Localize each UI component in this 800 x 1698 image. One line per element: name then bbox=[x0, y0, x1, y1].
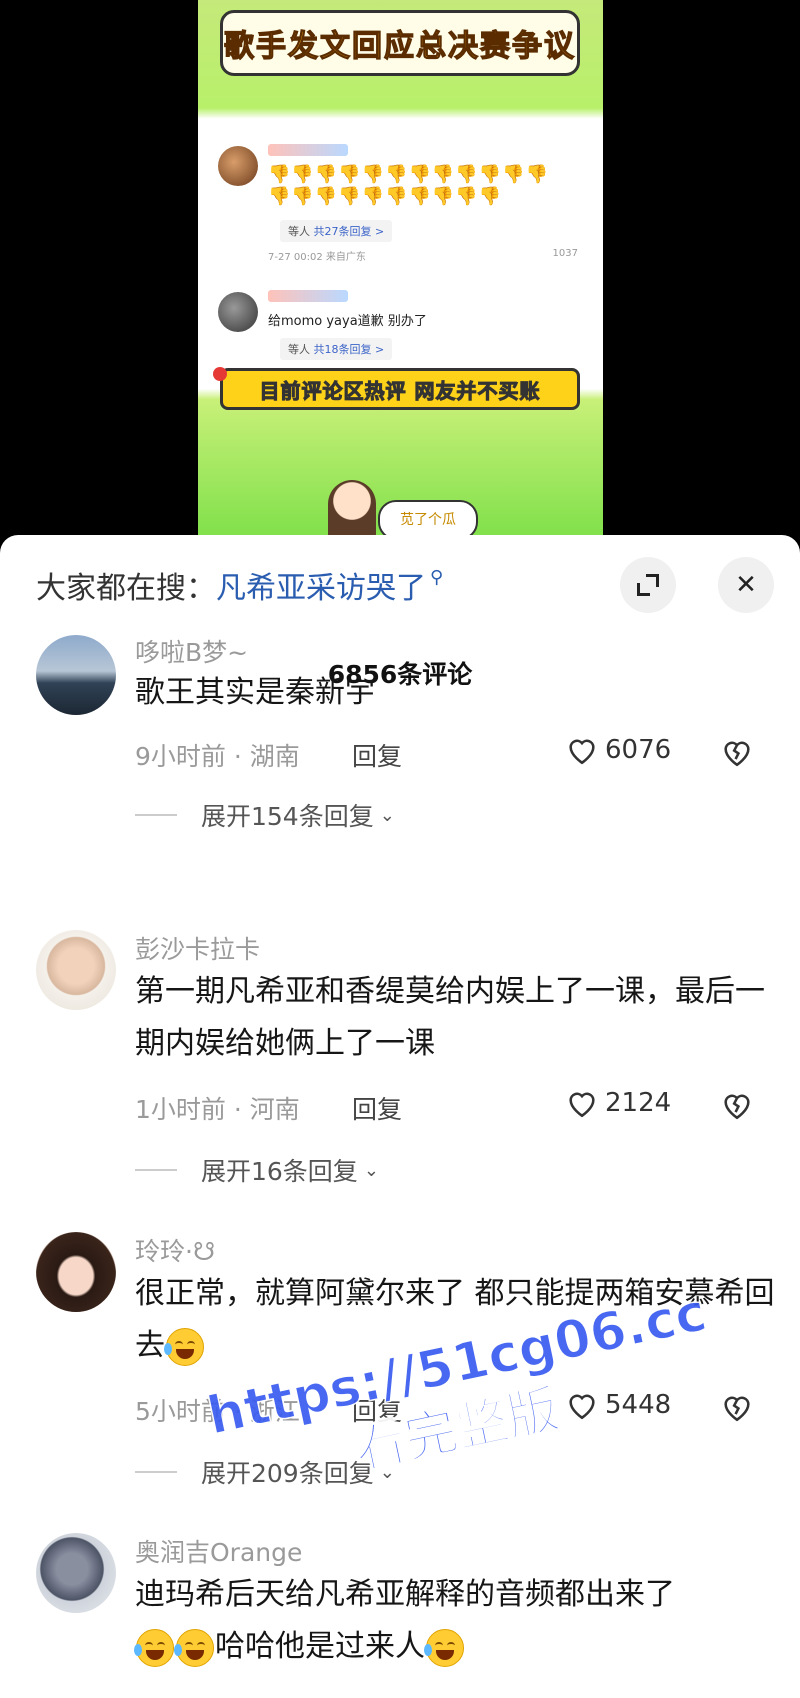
video-frame: 歌手发文回应总决赛争议 👎👎👎👎👎👎👎👎👎👎👎👎👎👎👎👎👎👎👎👎👎👎 等人 共2… bbox=[198, 0, 603, 540]
expand-replies-label: 展开16条回复 bbox=[201, 1157, 358, 1186]
mock-likes: 1037 bbox=[552, 248, 578, 259]
expand-replies-label: 展开154条回复 bbox=[201, 802, 374, 831]
mock-reply-count: 共27条回复 > bbox=[313, 225, 385, 238]
magnifier-icon: ⚲ bbox=[430, 566, 444, 588]
avatar bbox=[218, 292, 258, 332]
video-mock-comment: 👎👎👎👎👎👎👎👎👎👎👎👎👎👎👎👎👎👎👎👎👎👎 等人 共27条回复 > 7-27 … bbox=[210, 136, 590, 276]
mascot-speech-bubble: 苋了个瓜 bbox=[378, 500, 478, 540]
chevron-down-icon: ⌄ bbox=[379, 1461, 395, 1483]
video-caption-banner: 目前评论区热评 网友并不买账 bbox=[213, 367, 580, 410]
close-icon: ✕ bbox=[735, 570, 757, 600]
heart-icon bbox=[569, 739, 595, 765]
red-dot-icon bbox=[213, 367, 227, 381]
reply-button[interactable]: 回复 bbox=[352, 1090, 402, 1126]
comment-meta: 5小时前 · 浙江 bbox=[135, 1397, 300, 1426]
video-mock-comment: 给momo yaya道歉 别办了 等人 共18条回复 > bbox=[210, 282, 590, 382]
like-button[interactable]: 5448 bbox=[565, 1388, 671, 1422]
comment-text-body: 很正常，就算阿黛尔来了 都只能提两箱安慕希回去 bbox=[135, 1276, 775, 1363]
like-count: 6076 bbox=[605, 735, 672, 765]
chevron-down-icon: ⌄ bbox=[363, 1159, 379, 1181]
heart-icon bbox=[569, 1092, 595, 1118]
thumbs-down-emojis: 👎👎👎👎👎👎👎👎👎👎👎👎👎👎👎👎👎👎👎👎👎👎 bbox=[268, 164, 549, 207]
comment-username[interactable]: 彭沙卡拉卡 bbox=[135, 930, 260, 966]
comment-username[interactable]: 哆啦B梦~ bbox=[135, 633, 248, 669]
comment-username[interactable]: 奥润吉Orange bbox=[135, 1533, 302, 1569]
broken-heart-icon[interactable] bbox=[720, 1088, 754, 1122]
expand-replies-button[interactable]: 展开154条回复 ⌄ bbox=[135, 797, 395, 833]
laugh-cry-emoji-icon bbox=[424, 1628, 464, 1667]
divider bbox=[135, 1169, 177, 1171]
comment-text-body: 迪玛希后天给凡希亚解释的音频都出来了 bbox=[135, 1577, 675, 1612]
broken-heart-icon[interactable] bbox=[720, 1390, 754, 1424]
like-count: 5448 bbox=[605, 1390, 672, 1420]
chevron-down-icon: ⌄ bbox=[379, 804, 395, 826]
mock-meta: 7-27 00:02 来自广东 1037 bbox=[268, 248, 578, 263]
reply-button[interactable]: 回复 bbox=[352, 737, 402, 773]
divider bbox=[135, 1471, 177, 1473]
mock-reply-prefix: 等人 bbox=[288, 343, 314, 356]
expand-replies-button[interactable]: 展开16条回复 ⌄ bbox=[135, 1152, 379, 1188]
mock-reply-count: 共18条回复 > bbox=[313, 343, 385, 356]
video-caption-text: 目前评论区热评 网友并不买账 bbox=[259, 378, 541, 403]
comment-text: 第一期凡希亚和香缇莫给内娱上了一课，最后一期内娱给她俩上了一课 bbox=[135, 974, 765, 1061]
comment-text: 歌王其实是秦新宇 bbox=[135, 675, 375, 710]
expand-replies-label: 展开209条回复 bbox=[201, 1459, 374, 1488]
mascot-avatar bbox=[328, 480, 376, 540]
divider bbox=[135, 814, 177, 816]
avatar[interactable] bbox=[36, 1232, 116, 1312]
comment-meta: 1小时前 · 河南 bbox=[135, 1095, 300, 1124]
like-button[interactable]: 6076 bbox=[565, 733, 671, 767]
mock-reply-summary: 等人 共27条回复 > bbox=[280, 220, 393, 242]
comment-text: 迪玛希后天给凡希亚解释的音频都出来了 哈哈他是过来人 bbox=[134, 1569, 775, 1673]
laugh-cry-emoji-icon bbox=[174, 1628, 214, 1667]
video-banner-title: 歌手发文回应总决赛争议 bbox=[220, 10, 580, 76]
expand-icon bbox=[637, 574, 659, 596]
avatar[interactable] bbox=[36, 930, 116, 1010]
avatar bbox=[218, 146, 258, 186]
avatar[interactable] bbox=[36, 635, 116, 715]
trending-search-label: 大家都在搜： bbox=[36, 571, 216, 606]
comment-text-tail: 哈哈他是过来人 bbox=[215, 1629, 425, 1664]
mock-reply-prefix: 等人 bbox=[288, 225, 314, 238]
mock-time: 7-27 00:02 来自广东 bbox=[268, 252, 366, 263]
trending-search[interactable]: 大家都在搜： 凡希亚采访哭了 ⚲ bbox=[36, 563, 444, 607]
broken-heart-icon[interactable] bbox=[720, 735, 754, 769]
like-count: 2124 bbox=[605, 1088, 672, 1118]
blurred-username bbox=[268, 290, 348, 302]
heart-icon bbox=[569, 1394, 595, 1420]
reply-button[interactable]: 回复 bbox=[352, 1392, 402, 1428]
expand-button[interactable] bbox=[620, 557, 676, 613]
laugh-cry-emoji-icon bbox=[134, 1628, 174, 1667]
mock-comment-text: 给momo yaya道歉 别办了 bbox=[268, 314, 427, 329]
comment-username[interactable]: 玲玲·☋ bbox=[135, 1232, 215, 1268]
trending-search-term[interactable]: 凡希亚采访哭了 bbox=[216, 563, 426, 607]
comment-meta: 9小时前 · 湖南 bbox=[135, 742, 300, 771]
video-player[interactable]: 歌手发文回应总决赛争议 👎👎👎👎👎👎👎👎👎👎👎👎👎👎👎👎👎👎👎👎👎👎 等人 共2… bbox=[0, 0, 800, 540]
like-button[interactable]: 2124 bbox=[565, 1086, 671, 1120]
mock-reply-summary: 等人 共18条回复 > bbox=[280, 338, 393, 360]
laugh-cry-emoji-icon bbox=[164, 1327, 204, 1366]
avatar[interactable] bbox=[36, 1533, 116, 1613]
comment-text: 很正常，就算阿黛尔来了 都只能提两箱安慕希回去 bbox=[135, 1268, 775, 1372]
comments-sheet: 大家都在搜： 凡希亚采访哭了 ⚲ ✕ 6856条评论 哆啦B梦~ 歌王其实是秦新… bbox=[0, 535, 800, 1698]
close-button[interactable]: ✕ bbox=[718, 557, 774, 613]
blurred-username bbox=[268, 144, 348, 156]
expand-replies-button[interactable]: 展开209条回复 ⌄ bbox=[135, 1454, 395, 1490]
